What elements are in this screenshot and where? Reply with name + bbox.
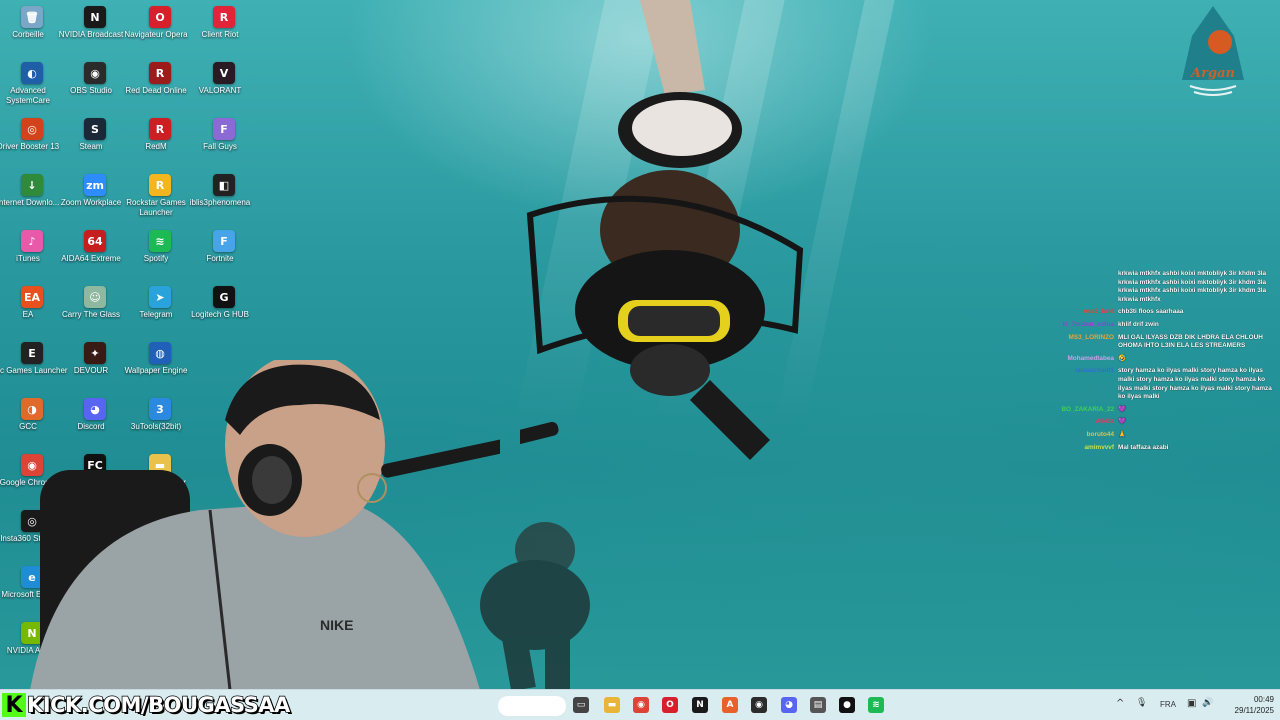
app-a-taskbar-icon[interactable]: A: [722, 697, 738, 713]
chat-message: krkwia mtkhfx ashbi koixi mktobliyk 3ir …: [1020, 270, 1278, 304]
chat-message: oss3_lwld chb3ti floos saarhaaa: [1020, 308, 1278, 317]
chat-username: [1020, 270, 1118, 304]
rockstar-taskbar-icon[interactable]: ●: [839, 697, 855, 713]
recycle-bin-icon: 🗑: [21, 6, 43, 28]
desktop-shortcut-label: Fall Guys: [203, 142, 237, 151]
advanced-systemcare-icon: ◐: [21, 62, 43, 84]
chat-message-text: krkwia mtkhfx ashbi koixi mktobliyk 3ir …: [1118, 270, 1267, 303]
obs-taskbar-icon[interactable]: ◉: [751, 697, 767, 713]
telegram-icon: ➤: [149, 286, 171, 308]
fall-guys-icon: F: [213, 118, 235, 140]
chat-message-text: 💜: [1118, 405, 1126, 413]
opera-icon: O: [149, 6, 171, 28]
chat-message: MS3_LORINZO MLI GAL ILYASS DZB DIK LHDRA …: [1020, 334, 1278, 351]
volume-icon[interactable]: 🔊: [1202, 698, 1213, 708]
chat-message-text: Mal taffaza azabi: [1118, 443, 1169, 451]
input-language-indicator[interactable]: FRA: [1160, 700, 1176, 709]
chat-message: Ali43z 💜: [1020, 418, 1278, 427]
desktop-shortcut-fortnite[interactable]: F Fortnite: [192, 230, 256, 284]
chat-message: lil_7mcbat_edina khlif drif zwin: [1020, 321, 1278, 330]
desktop-shortcut-iblis[interactable]: ◧ iblis3phenomena: [190, 174, 256, 228]
iblis-icon: ◧: [213, 174, 235, 196]
chrome-taskbar-icon[interactable]: ◉: [633, 697, 649, 713]
driver-booster-icon: ◎: [21, 118, 43, 140]
spotify-icon: ≋: [149, 230, 171, 252]
chat-username: BO_ZAKARIA_22: [1061, 405, 1114, 413]
chat-message: BO_ZAKARIA_22 💜: [1020, 406, 1278, 415]
system-clock[interactable]: 00:49 29/11/2025: [1222, 694, 1274, 716]
obs-studio-icon: ◉: [84, 62, 106, 84]
ea-icon: EA: [21, 286, 43, 308]
logo-text: Argan: [1191, 66, 1235, 81]
stream-chat-overlay: krkwia mtkhfx ashbi koixi mktobliyk 3ir …: [1020, 270, 1278, 456]
kick-channel-url: KICK.COM/BOUGASSAA: [26, 692, 291, 718]
riot-client-icon: R: [213, 6, 235, 28]
aida64-icon: 64: [84, 230, 106, 252]
diver-illustration: [520, 0, 804, 462]
chat-message: amimvvvf Mal taffaza azabi: [1020, 444, 1278, 453]
spotify-taskbar-icon[interactable]: ≋: [868, 697, 884, 713]
chat-username: MS3_LORINZO: [1068, 333, 1114, 341]
idm-icon: ↓: [21, 174, 43, 196]
desktop-shortcut-fall-guys[interactable]: F Fall Guys: [192, 118, 256, 172]
clock-time: 00:49: [1253, 695, 1274, 704]
kick-logo-icon: K: [2, 693, 26, 718]
desktop-shortcut-label: iblis3phenomena: [189, 198, 251, 207]
chat-message-text: 💜: [1118, 418, 1126, 426]
svg-text:NIKE: NIKE: [320, 617, 353, 633]
valorant-icon: V: [213, 62, 235, 84]
chat-username: boruto44: [1086, 430, 1114, 438]
chat-message-text: 🙏: [1118, 430, 1126, 438]
webcam-overlay: NIKE: [30, 360, 500, 690]
chat-message: lalaaachouf1 story hamza ko ilyas malki s…: [1020, 367, 1278, 401]
chat-username: amimvvvf: [1084, 443, 1115, 451]
chat-username: lil_7mcbat_edina: [1062, 320, 1114, 328]
opera-taskbar-icon[interactable]: O: [662, 697, 678, 713]
nvidia-broadcast-icon: N: [84, 6, 106, 28]
nvidia-taskbar-icon[interactable]: N: [692, 697, 708, 713]
desktop-shortcut-label: VALORANT: [198, 86, 242, 95]
chat-message-text: 🤣: [1118, 354, 1126, 362]
logitech-ghub-icon: G: [213, 286, 235, 308]
chat-username: Mohamedtabea: [1067, 354, 1114, 362]
chat-message-text: MLI GAL ILYASS DZB DIK LHDRA ELA CHLOUH …: [1118, 333, 1263, 350]
steam-icon: S: [84, 118, 106, 140]
desktop-shortcut-label: Client Riot: [201, 30, 239, 39]
kick-watermark: K KICK.COM/BOUGASSAA: [0, 690, 291, 720]
chat-message-text: khlif drif zwin: [1118, 320, 1159, 328]
redm-icon: R: [149, 118, 171, 140]
discord-taskbar-icon[interactable]: ◕: [781, 697, 797, 713]
task-view-icon[interactable]: ▭: [573, 697, 589, 713]
fortnite-icon: F: [213, 230, 235, 252]
chat-message: Mohamedtabea 🤣: [1020, 355, 1278, 364]
red-dead-online-icon: R: [149, 62, 171, 84]
network-icon[interactable]: ▣: [1187, 698, 1196, 709]
chat-username: lalaaachouf1: [1075, 367, 1114, 375]
capture-taskbar-icon[interactable]: ▤: [810, 697, 826, 713]
taskbar-search-box[interactable]: [498, 696, 566, 716]
desktop-shortcut-label: Fortnite: [206, 254, 234, 263]
zoom-icon: zm: [84, 174, 106, 196]
chat-message: boruto44 🙏: [1020, 431, 1278, 440]
tray-overflow-chevron-icon[interactable]: ^: [1116, 698, 1124, 709]
desktop-shortcut-logitech-ghub[interactable]: G Logitech G HUB: [191, 286, 256, 340]
desktop-shortcut-riot-client[interactable]: R Client Riot: [192, 6, 256, 60]
itunes-icon: ♪: [21, 230, 43, 252]
desktop-shortcut-label: Logitech G HUB: [191, 310, 249, 319]
chat-message-text: chb3ti floos saarhaaa: [1118, 308, 1184, 316]
clock-date: 29/11/2025: [1234, 706, 1274, 715]
argan-logo-icon: [1182, 6, 1244, 96]
file-explorer-icon[interactable]: ▬: [604, 697, 620, 713]
carry-the-glass-icon: ☺: [84, 286, 106, 308]
rockstar-icon: R: [149, 174, 171, 196]
chat-message-text: story hamza ko ilyas malki story hamza k…: [1118, 367, 1272, 401]
chat-username: oss3_lwld: [1083, 308, 1114, 316]
chat-username: Ali43z: [1095, 418, 1114, 426]
desktop-shortcut-valorant[interactable]: V VALORANT: [192, 62, 256, 116]
microphone-icon[interactable]: 🎙: [1136, 698, 1147, 708]
